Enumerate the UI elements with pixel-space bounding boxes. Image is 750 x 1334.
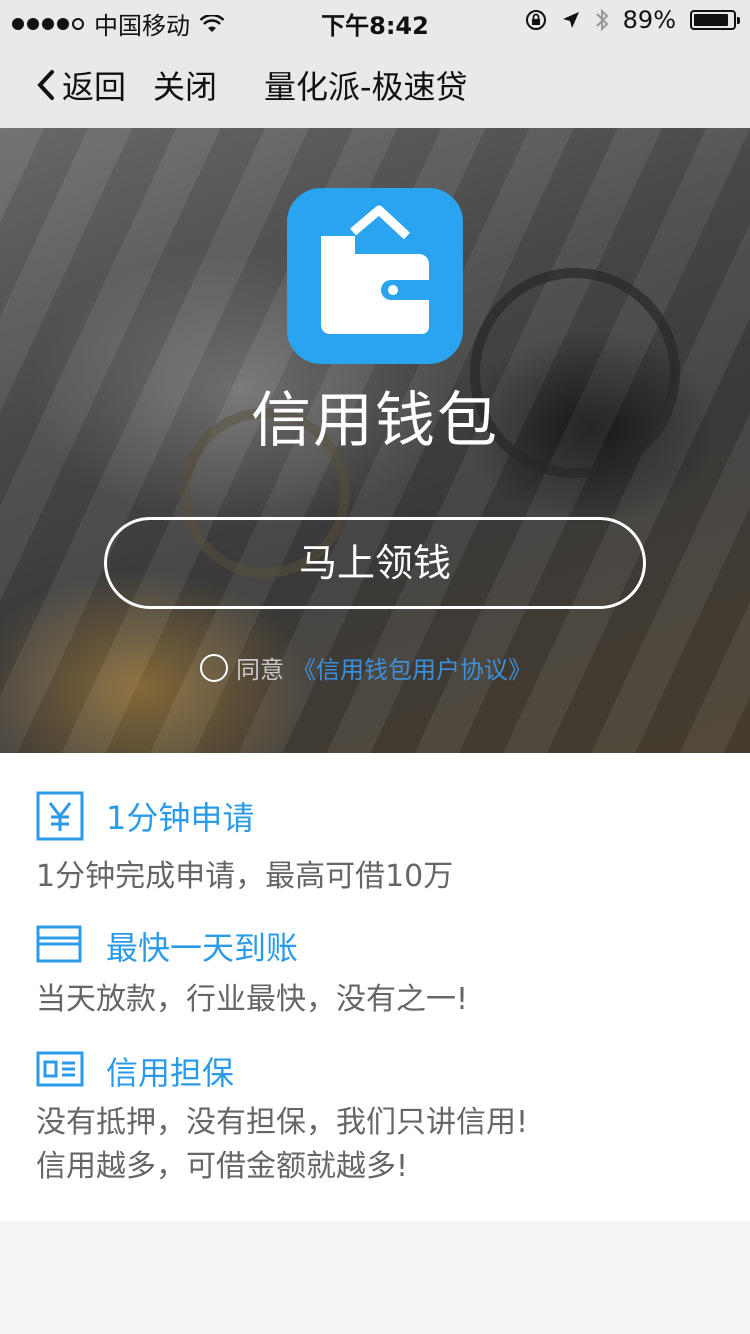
card-icon [36, 925, 82, 963]
features-section: 1分钟申请 1分钟完成申请，最高可借10万 最快一天到账 当天放款，行业最快，没… [0, 753, 750, 1221]
app-logo [287, 188, 463, 364]
bluetooth-icon [595, 8, 609, 32]
feature-title: 信用担保 [106, 1054, 235, 1092]
feature-desc: 信用越多，可借金额就越多! [36, 1149, 409, 1184]
id-card-icon [36, 1051, 84, 1087]
agree-label: 同意 [236, 656, 284, 684]
location-arrow-icon [562, 12, 579, 28]
app-name: 信用钱包 [251, 386, 499, 456]
yuan-icon [36, 791, 84, 841]
hero-banner: 信用钱包 马上领钱 同意 《信用钱包用户协议》 [0, 128, 750, 753]
wallet-icon [321, 205, 429, 334]
feature-desc: 没有抵押，没有担保，我们只讲信用! [36, 1105, 529, 1140]
agreement-row: 同意 《信用钱包用户协议》 [200, 650, 532, 685]
status-bar: 中国移动 下午8:42 89% [0, 0, 750, 40]
agree-radio[interactable] [200, 653, 228, 682]
feature-desc: 当天放款，行业最快，没有之一! [36, 982, 469, 1017]
chevron-left-icon [37, 70, 54, 100]
feature-title: 1分钟申请 [106, 799, 255, 837]
orientation-lock-icon [525, 10, 546, 30]
feature-desc: 1分钟完成申请，最高可借10万 [36, 859, 454, 894]
battery-icon [690, 10, 740, 30]
get-money-button[interactable]: 马上领钱 [104, 517, 646, 609]
battery-percent: 89% [622, 6, 676, 34]
back-button[interactable]: 返回 [36, 62, 126, 108]
back-label: 返回 [62, 68, 127, 106]
nav-bar: 返回 关闭 量化派-极速贷 [0, 40, 750, 128]
agreement-link[interactable]: 《信用钱包用户协议》 [292, 650, 532, 685]
page-title: 量化派-极速贷 [264, 68, 468, 106]
feature-title: 最快一天到账 [106, 929, 299, 967]
close-button[interactable]: 关闭 [153, 62, 217, 108]
status-right: 89% [525, 6, 740, 34]
